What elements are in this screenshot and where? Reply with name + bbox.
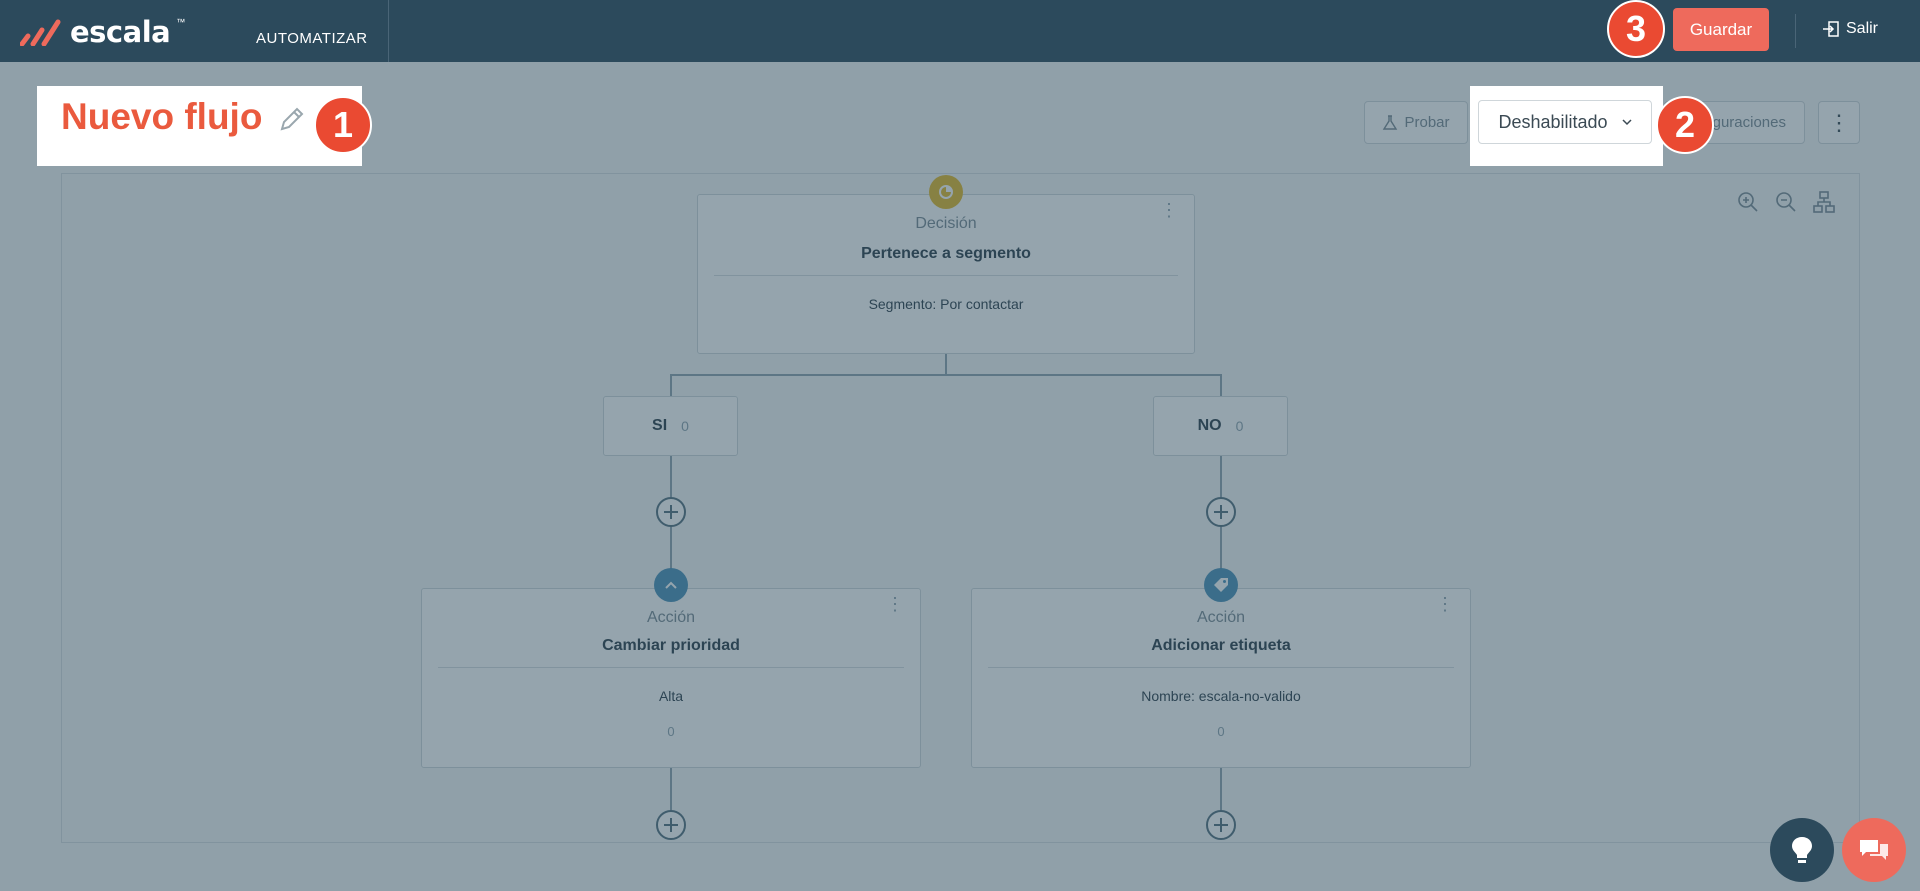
callout-badge-3: 3: [1607, 0, 1665, 58]
exit-button[interactable]: Salir: [1822, 20, 1878, 38]
decision-node[interactable]: ⋮ Decisión Pertenece a segmento Segmento…: [697, 194, 1195, 354]
nav-divider: [388, 0, 389, 62]
status-value: Deshabilitado: [1498, 111, 1608, 132]
add-step-button[interactable]: [1206, 810, 1236, 840]
node-title: Pertenece a segmento: [861, 245, 1031, 262]
connector: [945, 354, 947, 374]
node-detail: Alta: [658, 688, 684, 704]
zoom-in-icon[interactable]: [1736, 190, 1760, 214]
tag-icon: [1204, 568, 1238, 602]
add-step-button[interactable]: [1206, 497, 1236, 527]
node-divider: [988, 667, 1454, 668]
lightbulb-icon: [1792, 837, 1812, 863]
flask-icon: [1383, 114, 1398, 130]
help-button[interactable]: [1770, 818, 1834, 882]
chevron-down-icon: [1622, 119, 1632, 126]
connector: [670, 374, 672, 396]
node-count: 0: [1217, 724, 1225, 739]
node-title: Cambiar prioridad: [602, 637, 740, 654]
fit-layout-icon[interactable]: [1812, 190, 1836, 214]
nav-automatizar[interactable]: AUTOMATIZAR: [256, 30, 368, 47]
connector: [670, 768, 672, 812]
add-step-button[interactable]: [656, 810, 686, 840]
node-detail: Segmento: Por contactar: [868, 296, 1024, 312]
node-menu-icon[interactable]: ⋮: [1160, 201, 1178, 219]
add-step-button[interactable]: [656, 497, 686, 527]
save-button[interactable]: Guardar: [1673, 8, 1769, 51]
branch-count: 0: [1235, 418, 1244, 434]
test-label: Probar: [1404, 114, 1450, 131]
node-divider: [438, 667, 904, 668]
callout-badge-2: 2: [1656, 96, 1714, 154]
logo-tm: ™: [176, 17, 186, 27]
node-count: 0: [667, 724, 675, 739]
chat-button[interactable]: [1842, 818, 1906, 882]
action-node[interactable]: ⋮ Acción Adicionar etiqueta Nombre: esca…: [971, 588, 1471, 768]
branch-label: SI: [652, 417, 668, 434]
branch-count: 0: [681, 418, 689, 434]
connector: [1220, 374, 1222, 396]
branch-no[interactable]: NO 0: [1153, 396, 1288, 456]
exit-icon: [1823, 21, 1839, 37]
pencil-icon[interactable]: [277, 104, 307, 134]
node-divider: [714, 275, 1178, 276]
node-type: Acción: [1196, 609, 1246, 626]
node-title: Adicionar etiqueta: [1151, 637, 1291, 654]
logo-mark-icon: [20, 19, 61, 46]
status-select[interactable]: Deshabilitado: [1478, 100, 1652, 144]
exit-label: Salir: [1846, 20, 1879, 37]
node-menu-icon[interactable]: ⋮: [886, 595, 904, 613]
flow-title[interactable]: Nuevo flujo: [61, 96, 262, 138]
connector: [1220, 768, 1222, 812]
escala-logo[interactable]: escala ™: [20, 15, 185, 49]
segment-chart-icon: [929, 175, 963, 209]
kebab-icon: ⋮: [1828, 109, 1850, 135]
top-divider: [1795, 14, 1796, 48]
chat-icon: [1860, 840, 1888, 860]
node-type: Decisión: [915, 215, 977, 232]
zoom-out-icon[interactable]: [1774, 190, 1798, 214]
branch-si[interactable]: SI 0: [603, 396, 738, 456]
branch-label: NO: [1197, 417, 1222, 434]
node-menu-icon[interactable]: ⋮: [1436, 595, 1454, 613]
more-options-button[interactable]: ⋮: [1818, 101, 1860, 144]
node-detail: Nombre: escala-no-valido: [1141, 688, 1301, 704]
connector: [670, 374, 1222, 376]
status-highlight: Deshabilitado: [1470, 86, 1663, 166]
action-node[interactable]: ⋮ Acción Cambiar prioridad Alta 0: [421, 588, 921, 768]
test-button[interactable]: Probar: [1364, 101, 1468, 144]
node-type: Acción: [646, 609, 696, 626]
logo-text: escala: [70, 15, 171, 49]
zoom-tools: [1736, 190, 1836, 214]
config-label: guraciones: [1712, 114, 1786, 131]
callout-badge-1: 1: [314, 96, 372, 154]
chevron-up-icon: [654, 568, 688, 602]
